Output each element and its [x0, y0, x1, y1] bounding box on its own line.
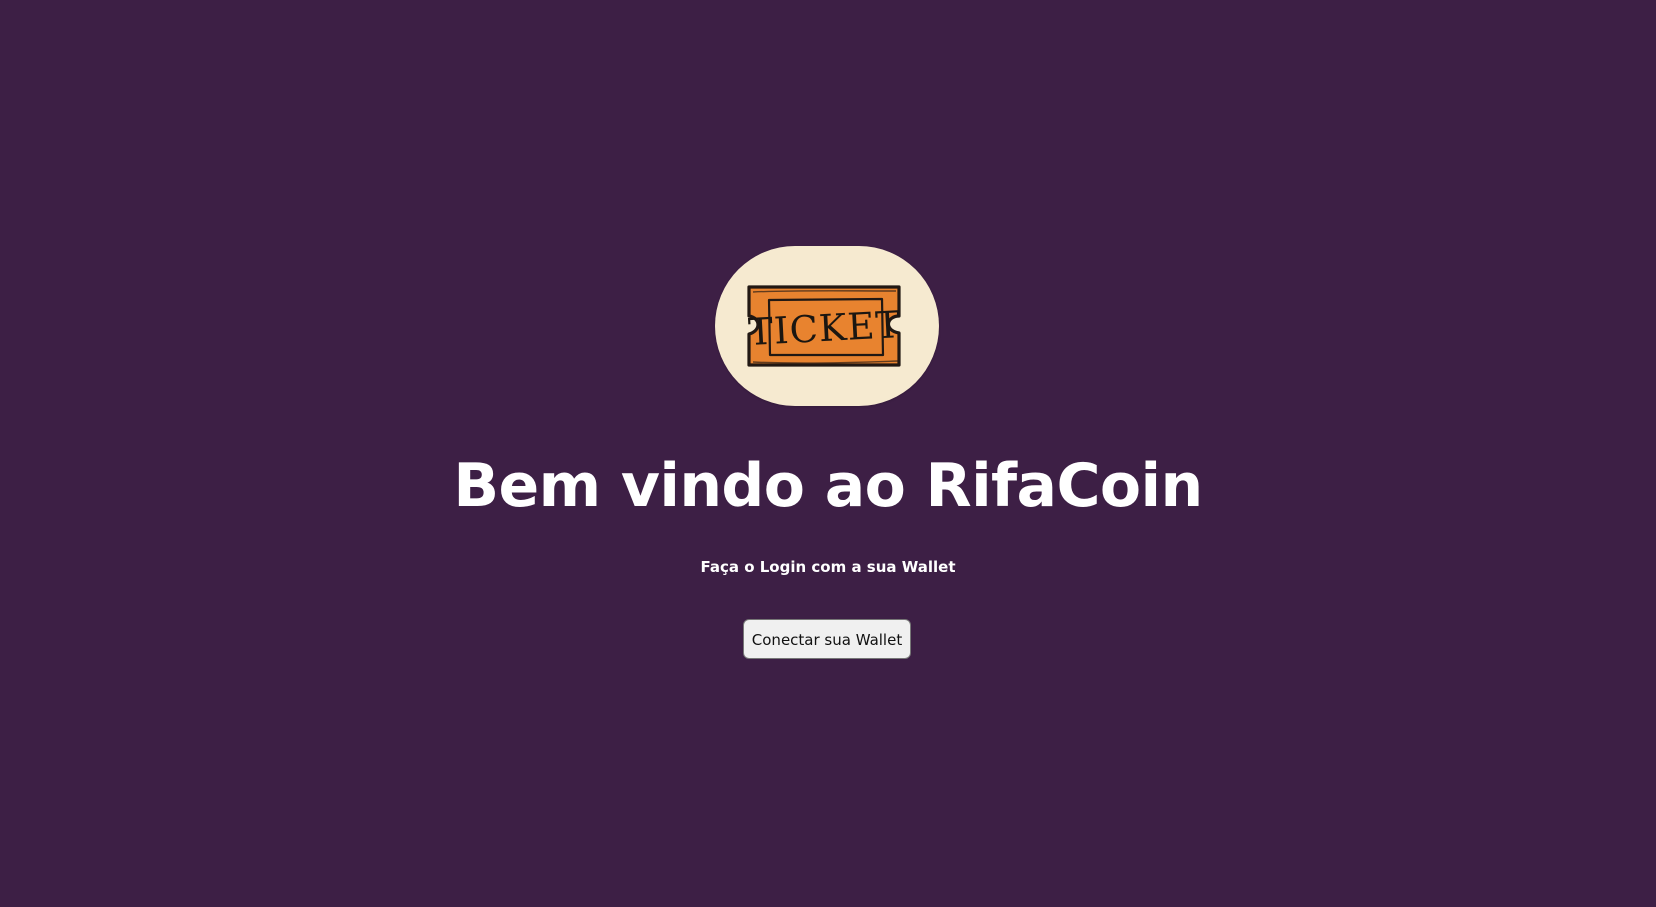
- ticket-icon: TICKET: [747, 285, 902, 367]
- connect-wallet-button[interactable]: Conectar sua Wallet: [743, 619, 911, 659]
- page-title: Bem vindo ao RifaCoin: [453, 451, 1203, 521]
- ticket-text: TICKET: [747, 303, 902, 354]
- login-page: TICKET Bem vindo ao RifaCoin Faça o Logi…: [0, 0, 1656, 907]
- logo-badge: TICKET: [715, 246, 939, 406]
- login-instruction: Faça o Login com a sua Wallet: [700, 558, 956, 576]
